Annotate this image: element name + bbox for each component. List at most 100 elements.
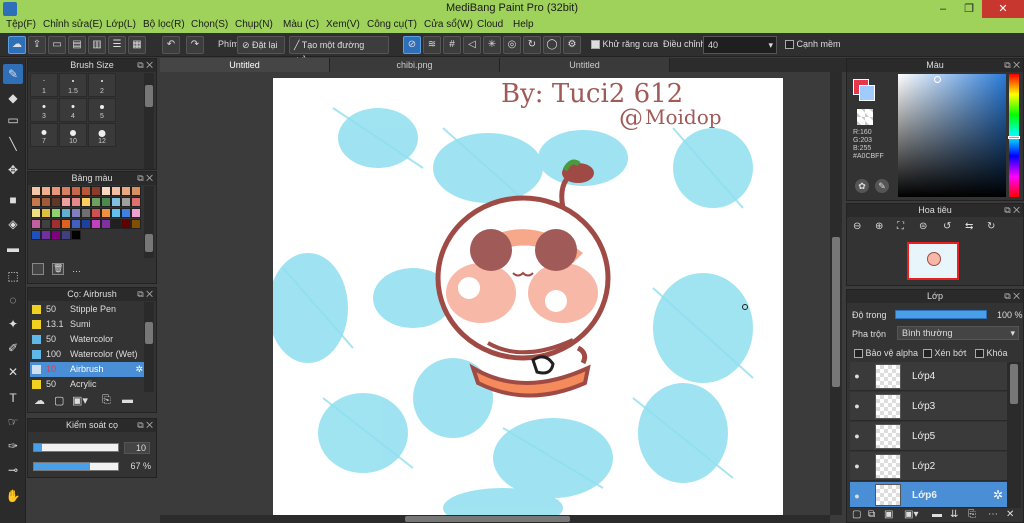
palette-swatch[interactable] [41,219,51,229]
move-tool-icon[interactable]: ✥ [3,160,23,180]
background-color-swatch[interactable] [859,85,875,101]
palette-swatch[interactable] [41,230,51,240]
menu-filter[interactable]: Bộ lọc(R) [143,19,185,30]
palette-swatch[interactable] [121,186,131,196]
brush-size-cell[interactable]: 1.5 [59,73,87,97]
delete-palette-icon[interactable]: 🗑 [52,263,64,275]
select-eraser-icon[interactable]: ✕ [3,362,23,382]
palette-swatch[interactable] [101,219,111,229]
palette-swatch[interactable] [51,197,61,207]
visibility-icon[interactable]: ● [852,401,862,411]
tab-chibi[interactable]: chibi.png [330,58,500,72]
palette-swatch[interactable] [51,186,61,196]
add-brush-icon[interactable]: ▣▾ [72,394,88,407]
palette-swatch[interactable] [61,197,71,207]
eyedropper-icon[interactable]: ✎ [875,179,889,193]
list-icon[interactable]: ☰ [108,36,126,54]
palette-swatch[interactable] [71,186,81,196]
visibility-icon[interactable]: ● [852,491,862,501]
palette-swatch[interactable] [91,208,101,218]
page-icon[interactable]: ▥ [88,36,106,54]
protect-alpha-checkbox[interactable]: Bảo vệ alpha [854,348,918,359]
palette-swatch[interactable] [91,219,101,229]
magic-wand-icon[interactable]: ✦ [3,314,23,334]
grid-icon[interactable]: ▦ [128,36,146,54]
close-button[interactable]: ✕ [982,0,1024,18]
brush-size-cell[interactable]: 10 [59,123,87,147]
rotate-right-icon[interactable]: ↻ [987,221,995,232]
palette-swatch[interactable] [81,197,91,207]
layer-opacity-slider[interactable] [895,310,987,319]
tab-untitled-1[interactable]: Untitled [160,58,330,72]
palette-swatch[interactable] [31,230,41,240]
vertical-scrollbar[interactable] [830,72,842,515]
more-options-icon[interactable]: ⋯ [988,509,998,520]
picker-handle[interactable] [934,76,941,83]
new-layer-icon[interactable]: ▢ [852,509,861,520]
clipping-checkbox[interactable]: Xén bớt [923,348,966,359]
brush-size-scrollbar[interactable] [144,73,154,169]
dropper2-tool-icon[interactable]: ⊸ [3,460,23,480]
copy-layer-icon[interactable]: ⎘ [968,509,976,520]
gear-icon[interactable]: ✲ [135,362,143,377]
transparent-swatch[interactable] [857,109,873,125]
make-line-button[interactable]: ╱ Tạo một đường thẳng [289,36,389,66]
cloud-download-icon[interactable]: ☁ [34,394,45,407]
brush-item[interactable]: 100 Watercolor (Wet) [30,347,146,362]
reset-button[interactable]: ⊘ Đặt lại [237,36,285,54]
palette-swatch[interactable] [81,219,91,229]
brush-tool-icon[interactable]: ✎ [3,64,23,84]
palette-swatch[interactable] [81,186,91,196]
menu-cloud[interactable]: Cloud [477,19,503,30]
folder-icon[interactable]: ▬ [122,394,133,406]
palette-swatch[interactable] [91,197,101,207]
delete-layer-icon[interactable]: ✕ [1006,509,1014,520]
menu-view[interactable]: Xem(V) [326,19,360,30]
brush-size-slider[interactable] [33,443,119,452]
visibility-icon[interactable]: ● [852,431,862,441]
palette-swatch[interactable] [101,208,111,218]
cross-ruler-icon[interactable]: # [443,36,461,54]
brush-size-cell[interactable]: 3 [30,98,58,122]
menu-file[interactable]: Tệp(F) [6,19,36,30]
brush-size-value[interactable]: 10 [124,442,150,454]
antialias-checkbox[interactable]: Khử răng cưa [591,39,658,50]
panel-buttons-icon[interactable]: ⧉ ✕ [137,419,153,432]
menu-window[interactable]: Cửa sổ(W) [424,19,473,30]
select-pen-icon[interactable]: ✐ [3,338,23,358]
palette-swatch[interactable] [121,197,131,207]
layer-row-lop5[interactable]: ● Lớp5 [850,422,1007,451]
menu-edit[interactable]: Chỉnh sửa(E) [43,19,103,30]
pen-tool-icon[interactable]: ╲ [3,134,23,154]
menu-layer[interactable]: Lớp(L) [106,19,136,30]
navigator-preview[interactable] [907,242,959,280]
palette-swatch[interactable] [111,197,121,207]
palette-swatch[interactable] [101,186,111,196]
add-layer-menu-icon[interactable]: ▣▾ [904,509,918,520]
panel-buttons-icon[interactable]: ⧉ ✕ [137,59,153,72]
panel-buttons-icon[interactable]: ⧉ ✕ [1004,59,1020,72]
lasso-tool-icon[interactable]: ◌ [3,290,23,310]
layer-row-lop4[interactable]: ● Lớp4 [850,362,1007,391]
brush-item[interactable]: 13.1 Sumi [30,317,146,332]
actual-size-icon[interactable]: ⊜ [919,221,927,232]
palette-swatch[interactable] [131,197,141,207]
text-tool-icon[interactable]: T [3,388,23,408]
lock-checkbox[interactable]: Khóa [975,348,1008,359]
layer-row-lop2[interactable]: ● Lớp2 [850,452,1007,481]
brush-size-cell[interactable]: 7 [30,123,58,147]
palette-swatch[interactable] [61,230,71,240]
palette-swatch[interactable] [71,197,81,207]
fit-icon[interactable]: ⛶ [897,221,904,232]
smooth-checkbox[interactable]: Cạnh mềm [785,39,841,50]
palette-swatch[interactable] [61,208,71,218]
palette-swatch[interactable] [121,208,131,218]
brush-size-cell[interactable]: 2 [88,73,116,97]
palette-swatch[interactable] [31,208,41,218]
hand-tool-icon[interactable]: ✋ [3,486,23,506]
layer-scrollbar[interactable] [1007,362,1021,508]
menu-help[interactable]: Help [513,19,534,30]
palette-swatch[interactable] [131,219,141,229]
layer-row-lop3[interactable]: ● Lớp3 [850,392,1007,421]
panel-buttons-icon[interactable]: ⧉ ✕ [137,172,153,185]
